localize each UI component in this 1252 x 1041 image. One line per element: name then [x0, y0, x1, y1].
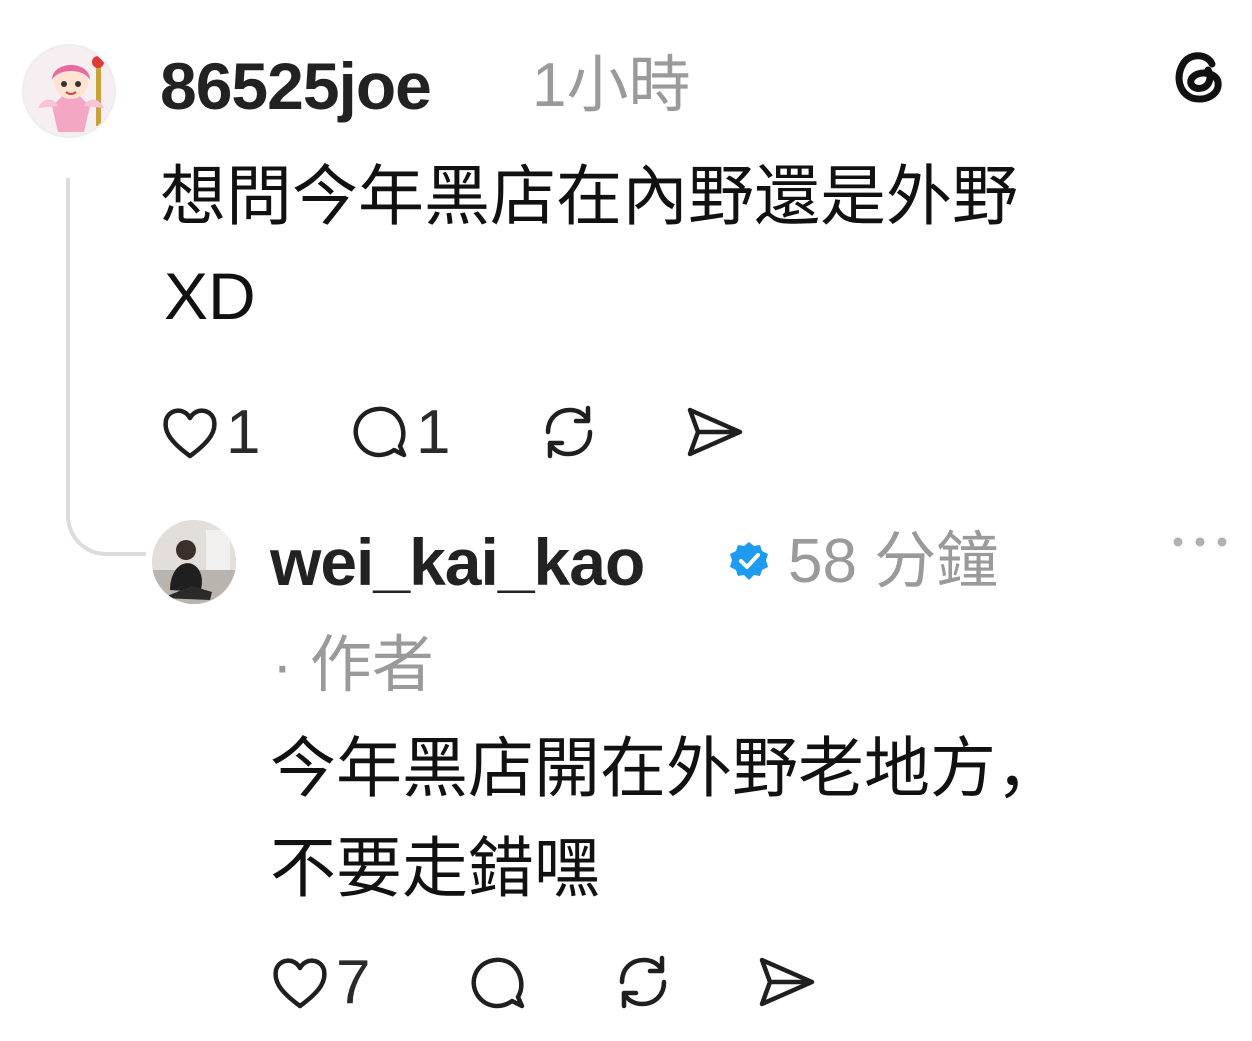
reply-count: 1: [416, 397, 451, 467]
comment-button[interactable]: [468, 950, 528, 1016]
comment-text-line1: 想問今年黑店在內野還是外野: [160, 159, 1018, 233]
reply-timestamp: 58 分鐘: [788, 527, 999, 596]
threads-logo-icon[interactable]: [1168, 44, 1230, 106]
comment-button[interactable]: 1: [350, 396, 450, 468]
like-count: 1: [226, 397, 261, 467]
repost-icon: [612, 952, 674, 1012]
repost-button[interactable]: [538, 402, 600, 462]
more-options-icon[interactable]: [1168, 530, 1232, 554]
author-label: · 作者: [272, 631, 434, 700]
comment-username[interactable]: 86525joe: [160, 46, 432, 126]
heart-icon: [160, 404, 220, 460]
repost-icon: [538, 402, 600, 462]
like-button[interactable]: 7: [270, 946, 370, 1018]
comment-timestamp: 1小時: [532, 51, 691, 120]
comment-text-line2: XD: [164, 259, 256, 333]
comment-icon: [350, 402, 410, 462]
share-button[interactable]: [684, 402, 744, 462]
thread-connector-line: [66, 178, 146, 556]
like-count: 7: [336, 947, 371, 1017]
comment-icon: [468, 953, 528, 1013]
share-button[interactable]: [756, 952, 816, 1012]
heart-icon: [270, 954, 330, 1010]
like-button[interactable]: 1: [160, 396, 260, 468]
avatar[interactable]: [22, 44, 116, 138]
send-icon: [684, 402, 744, 462]
send-icon: [756, 952, 816, 1012]
reply-text-line1: 今年黑店開在外野老地方，: [270, 731, 1062, 805]
reply-text-line2: 不要走錯嘿: [270, 831, 600, 905]
verified-badge-icon: [728, 540, 770, 582]
repost-button[interactable]: [612, 952, 674, 1012]
avatar[interactable]: [152, 520, 236, 604]
reply-username[interactable]: wei_kai_kao: [270, 522, 645, 602]
